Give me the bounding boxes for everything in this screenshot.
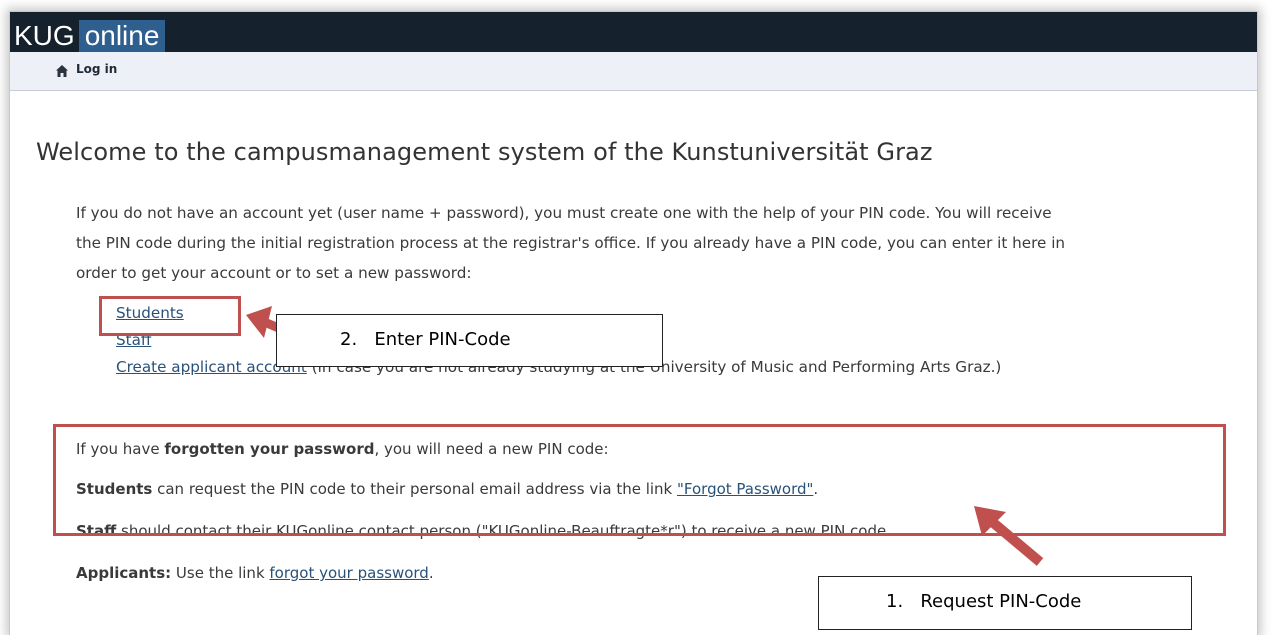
applicants-instruction: Applicants: Use the link forgot your pas… bbox=[76, 564, 434, 582]
logo-kug: KUG bbox=[10, 20, 79, 52]
intro-line: If you do not have an account yet (user … bbox=[76, 204, 1052, 222]
home-icon[interactable] bbox=[55, 64, 69, 78]
students-highlight-box bbox=[99, 296, 241, 336]
top-bar: KUG online bbox=[10, 12, 1257, 52]
logo-online: online bbox=[78, 20, 166, 52]
breadcrumb: Log in bbox=[10, 52, 1257, 91]
callout-request-pin: 1. Request PIN-Code bbox=[818, 576, 1192, 630]
callout-enter-pin: 2. Enter PIN-Code bbox=[276, 314, 663, 367]
breadcrumb-login[interactable]: Log in bbox=[76, 62, 117, 76]
intro-line: order to get your account or to set a ne… bbox=[76, 264, 472, 282]
intro-line: the PIN code during the initial registra… bbox=[76, 234, 1066, 252]
applicant-forgot-password-link[interactable]: forgot your password bbox=[269, 564, 428, 582]
forgot-password-highlight-box bbox=[53, 424, 1226, 536]
intro-text: If you do not have an account yet (user … bbox=[76, 198, 1246, 288]
page-title: Welcome to the campusmanagement system o… bbox=[36, 138, 933, 166]
kugonline-logo[interactable]: KUG online bbox=[10, 20, 166, 52]
